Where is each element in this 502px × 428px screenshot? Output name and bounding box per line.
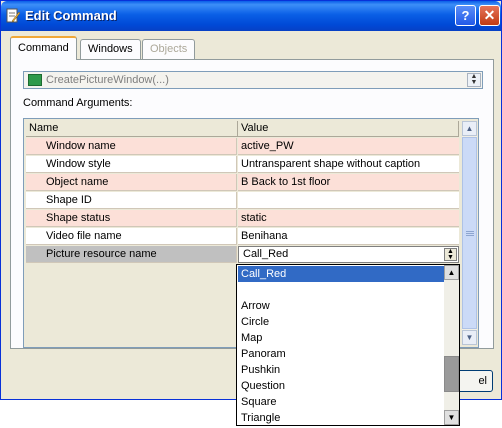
picture-resource-value: Call_Red <box>243 248 289 260</box>
dropdown-option[interactable]: Square <box>238 394 447 410</box>
updown-arrow-icon[interactable]: ▲ ▼ <box>467 73 481 87</box>
arg-name: Window style <box>26 156 237 173</box>
arg-name: Picture resource name <box>26 246 237 263</box>
tab-command[interactable]: Command <box>10 36 77 60</box>
dropdown-option[interactable]: Pushkin <box>238 362 447 378</box>
arg-value[interactable]: Untransparent shape without caption <box>238 156 459 173</box>
table-row[interactable]: Shape ID <box>26 192 459 210</box>
dropdown-option[interactable]: Arrow <box>238 298 447 314</box>
grip-line <box>466 235 474 236</box>
scroll-up-icon[interactable]: ▲ <box>444 265 459 280</box>
dropdown-option[interactable]: Map <box>238 330 447 346</box>
grid-rows: Window name active_PW Window style Untra… <box>26 138 459 264</box>
picture-resource-select[interactable]: Call_Red ▲ ▼ <box>238 246 459 263</box>
table-row[interactable]: Object name B Back to 1st floor <box>26 174 459 192</box>
arg-name: Video file name <box>26 228 237 245</box>
table-row[interactable]: Window name active_PW <box>26 138 459 156</box>
scroll-down-icon[interactable]: ▼ <box>444 410 459 425</box>
table-row[interactable]: Shape status static <box>26 210 459 228</box>
scroll-down-icon[interactable]: ▼ <box>462 330 477 345</box>
arg-value-cell: Call_Red ▲ ▼ <box>238 246 459 263</box>
column-header-name[interactable]: Name <box>26 121 238 137</box>
arg-name: Window name <box>26 138 237 155</box>
arg-value[interactable]: active_PW <box>238 138 459 155</box>
arg-value[interactable]: Benihana <box>238 228 459 245</box>
dropdown-option[interactable] <box>238 282 447 298</box>
arg-value[interactable]: static <box>238 210 459 227</box>
dropdown-option[interactable]: Panoram <box>238 346 447 362</box>
arg-name: Shape status <box>26 210 237 227</box>
column-header-value[interactable]: Value <box>238 121 459 137</box>
command-select-value: CreatePictureWindow(...) <box>46 74 169 86</box>
grip-line <box>466 233 474 234</box>
window-title: Edit Command <box>25 8 117 23</box>
edit-document-icon <box>6 8 20 23</box>
close-button[interactable]: ✕ <box>479 5 500 26</box>
dropdown-option[interactable]: Question <box>238 378 447 394</box>
dropdown-scrollbar[interactable]: ▲ ▼ <box>444 265 459 425</box>
grid-header: Name Value <box>26 121 459 137</box>
tab-windows[interactable]: Windows <box>80 39 141 59</box>
arg-value[interactable]: B Back to 1st floor <box>238 174 459 191</box>
command-select[interactable]: CreatePictureWindow(...) ▲ ▼ <box>23 71 483 89</box>
updown-arrow-icon[interactable]: ▲ ▼ <box>444 248 457 261</box>
scroll-up-icon[interactable]: ▲ <box>462 121 477 136</box>
dropdown-option[interactable]: Circle <box>238 314 447 330</box>
picture-resource-dropdown[interactable]: Call_Red Arrow Circle Map Panoram Pushki… <box>236 264 460 426</box>
table-row-selected[interactable]: Picture resource name Call_Red ▲ ▼ <box>26 246 459 264</box>
arg-name: Object name <box>26 174 237 191</box>
grid-scrollbar[interactable]: ▲ ▼ <box>462 121 477 345</box>
scroll-thumb[interactable] <box>462 137 477 329</box>
command-arguments-label: Command Arguments: <box>23 97 133 109</box>
tab-objects: Objects <box>142 39 196 59</box>
dropdown-option[interactable]: Triangle <box>238 410 447 426</box>
arg-value[interactable] <box>238 192 459 209</box>
picture-window-icon <box>28 74 42 86</box>
help-button[interactable]: ? <box>455 5 476 26</box>
scroll-thumb[interactable] <box>444 356 459 392</box>
table-row[interactable]: Window style Untransparent shape without… <box>26 156 459 174</box>
table-row[interactable]: Video file name Benihana <box>26 228 459 246</box>
dropdown-option[interactable]: Call_Red <box>238 266 447 282</box>
title-bar[interactable]: Edit Command ? ✕ <box>1 1 501 31</box>
arg-name: Shape ID <box>26 192 237 209</box>
grip-line <box>466 231 474 232</box>
